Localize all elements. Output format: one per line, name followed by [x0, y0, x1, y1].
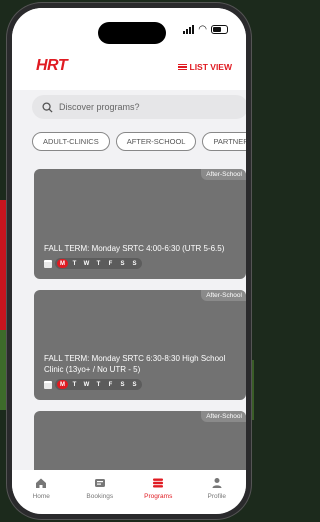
- wifi-icon: ◠: [198, 24, 207, 35]
- bottom-tab-bar: Home Bookings Programs Profile: [12, 470, 246, 514]
- day-monday: M: [57, 259, 68, 268]
- filter-chip-partner[interactable]: PARTNER: [202, 132, 246, 151]
- day-tuesday: T: [72, 381, 77, 388]
- category-badge: After-School: [201, 290, 246, 301]
- filter-chip-adult-clinics[interactable]: ADULT-CLINICS: [32, 132, 110, 151]
- day-tuesday: T: [72, 260, 77, 267]
- search-input[interactable]: Discover programs?: [32, 95, 246, 119]
- signal-icon: [183, 25, 195, 34]
- tab-bookings[interactable]: Bookings: [71, 470, 130, 514]
- day-strip: M T W T F S S: [55, 258, 142, 269]
- tab-bookings-label: Bookings: [86, 493, 114, 500]
- tab-programs-label: Programs: [144, 493, 173, 500]
- category-badge: After-School: [201, 411, 246, 422]
- phone-frame: ◠ HRT LIST VIEW Discover programs? ADULT…: [6, 2, 252, 520]
- battery-icon: [211, 25, 228, 34]
- day-sunday: S: [132, 260, 137, 267]
- program-card[interactable]: After-School FALL TERM: Monday SRTC 4:00…: [34, 169, 246, 279]
- profile-icon: [210, 476, 224, 490]
- tab-home-label: Home: [32, 493, 50, 500]
- day-wednesday: W: [83, 260, 90, 267]
- program-card[interactable]: After-School FALL TERM: Monday SRTC 6:30…: [34, 290, 246, 400]
- day-thursday: T: [96, 260, 101, 267]
- app-screen: ◠ HRT LIST VIEW Discover programs? ADULT…: [12, 8, 246, 514]
- list-view-label: LIST VIEW: [189, 62, 233, 72]
- bookings-icon: [93, 476, 107, 490]
- day-thursday: T: [96, 381, 101, 388]
- program-title: FALL TERM: Monday SRTC 6:30-8:30 High Sc…: [44, 354, 226, 374]
- schedule-days: M T W T F S S: [44, 258, 142, 269]
- day-strip: M T W T F S S: [55, 379, 142, 390]
- day-friday: F: [108, 260, 113, 267]
- system-icons: ◠: [183, 24, 228, 35]
- schedule-days: M T W T F S S: [44, 379, 142, 390]
- day-sunday: S: [132, 381, 137, 388]
- filter-chip-after-school[interactable]: AFTER-SCHOOL: [115, 132, 197, 151]
- dynamic-island: [98, 22, 166, 44]
- home-icon: [34, 476, 48, 490]
- list-icon: [177, 62, 187, 71]
- search-placeholder: Discover programs?: [59, 102, 140, 112]
- day-wednesday: W: [83, 381, 90, 388]
- search-icon: [42, 101, 53, 113]
- tab-profile-label: Profile: [207, 493, 226, 500]
- status-bar: ◠: [12, 8, 246, 48]
- calendar-icon: [44, 380, 52, 389]
- filter-chips: ADULT-CLINICS AFTER-SCHOOL PARTNER: [32, 132, 246, 151]
- day-saturday: S: [120, 260, 125, 267]
- category-badge: After-School: [201, 169, 246, 180]
- calendar-icon: [44, 259, 52, 268]
- programs-icon: [151, 476, 165, 490]
- hrt-logo: HRT: [36, 57, 68, 74]
- tab-profile[interactable]: Profile: [188, 470, 247, 514]
- day-saturday: S: [120, 381, 125, 388]
- tab-home[interactable]: Home: [12, 470, 71, 514]
- list-view-button[interactable]: LIST VIEW: [177, 62, 233, 72]
- program-title: FALL TERM: Monday SRTC 4:00-6:30 (UTR 5-…: [44, 244, 225, 253]
- app-header: HRT LIST VIEW: [12, 48, 246, 90]
- tab-programs[interactable]: Programs: [129, 470, 188, 514]
- day-monday: M: [57, 380, 68, 389]
- day-friday: F: [108, 381, 113, 388]
